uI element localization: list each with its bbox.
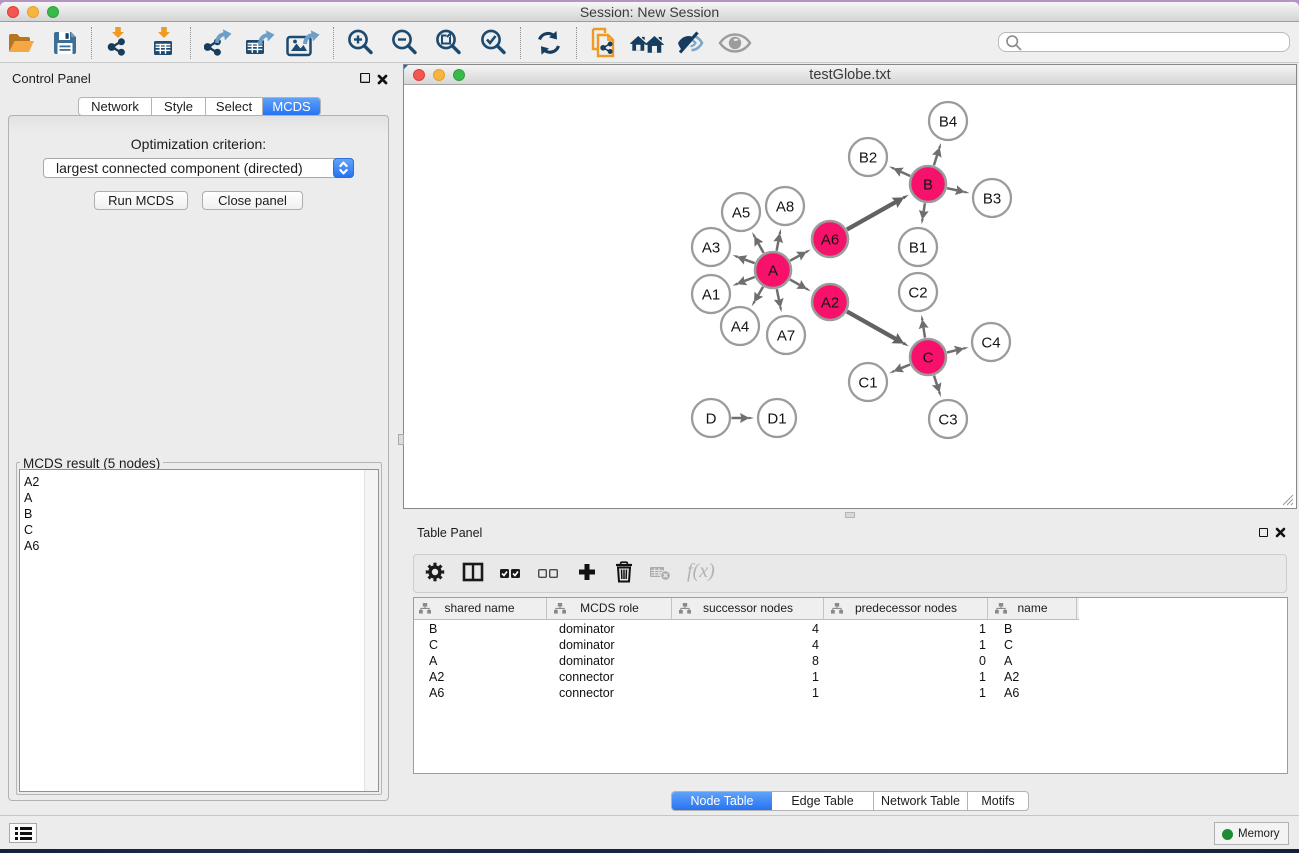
svg-text:B: B [923,176,933,193]
svg-text:B1: B1 [909,239,927,256]
svg-text:C3: C3 [938,411,957,428]
svg-text:D1: D1 [767,410,786,427]
svg-text:C: C [923,349,934,366]
svg-text:A2: A2 [821,294,839,311]
svg-text:A3: A3 [702,239,720,256]
svg-text:A8: A8 [776,198,794,215]
svg-text:A5: A5 [732,204,750,221]
svg-text:C2: C2 [908,284,927,301]
svg-text:C4: C4 [981,334,1000,351]
svg-text:C1: C1 [858,374,877,391]
svg-text:B3: B3 [983,190,1001,207]
svg-text:A: A [768,262,778,279]
svg-text:B2: B2 [859,149,877,166]
svg-text:A6: A6 [821,231,839,248]
svg-text:A4: A4 [731,318,749,335]
svg-text:D: D [706,410,717,427]
svg-text:A1: A1 [702,286,720,303]
svg-text:A7: A7 [777,327,795,344]
svg-text:B4: B4 [939,113,957,130]
